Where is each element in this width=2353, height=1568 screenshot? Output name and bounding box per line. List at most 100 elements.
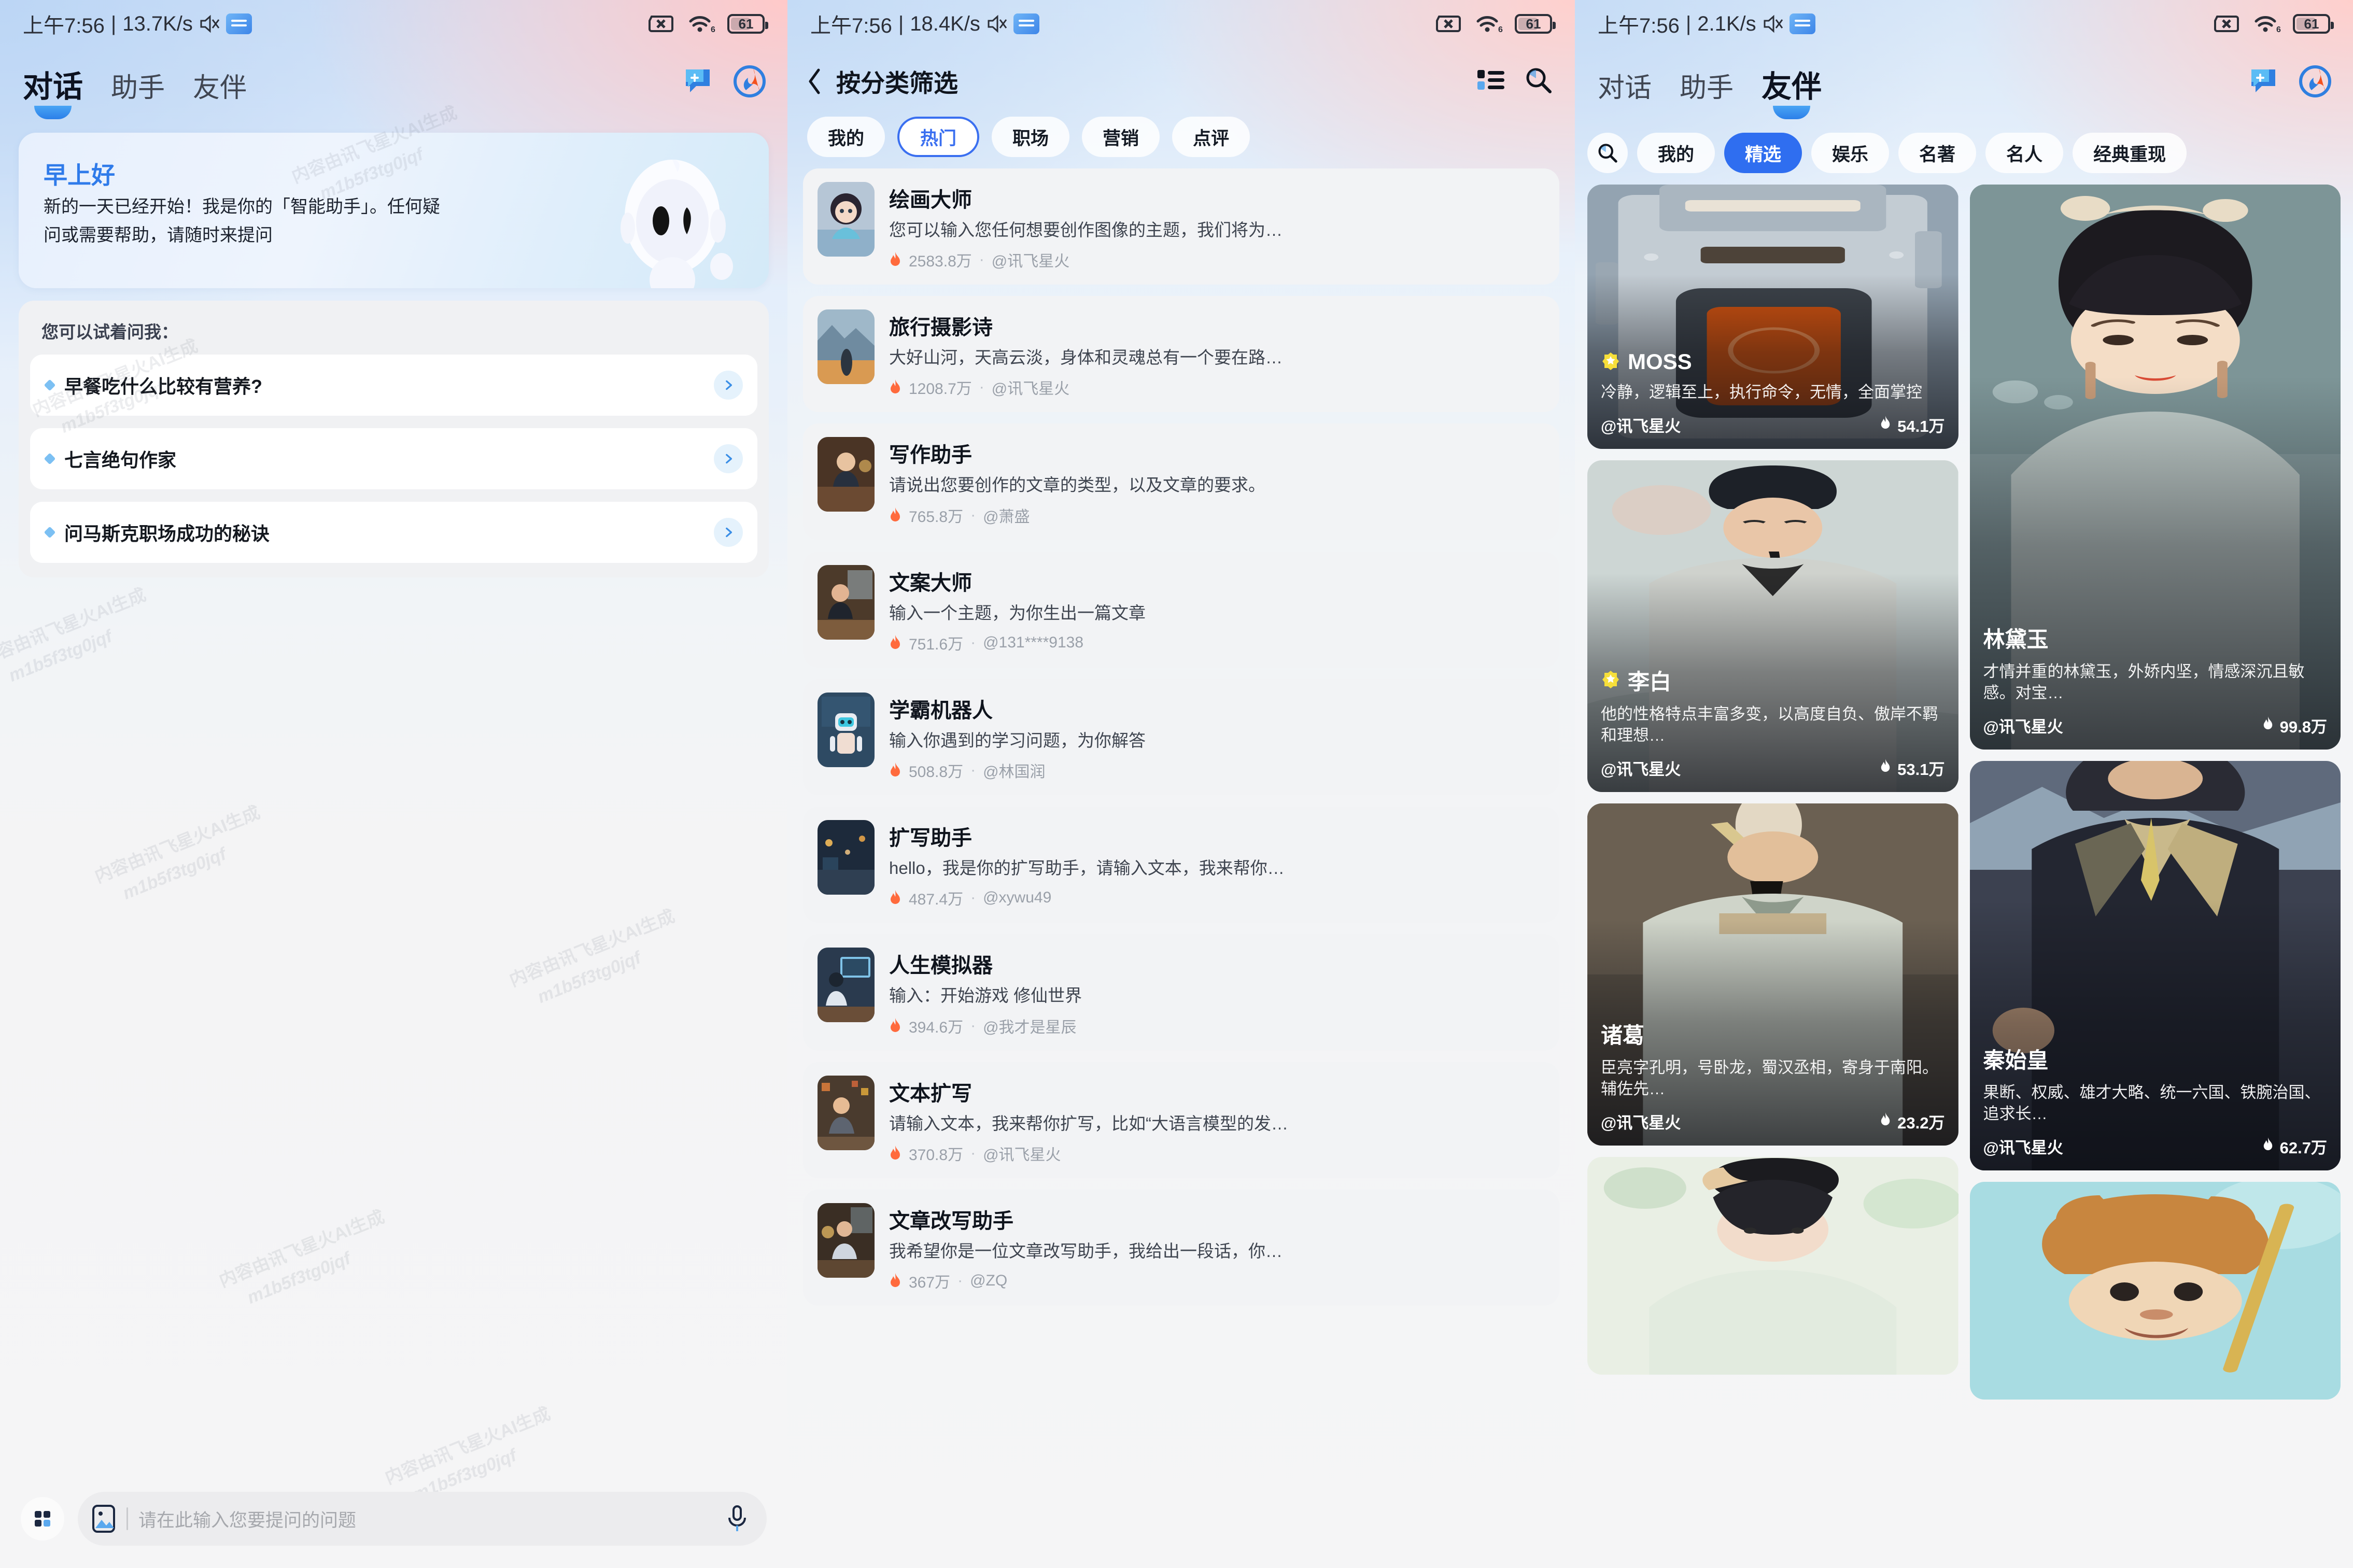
input-divider [126,1507,128,1530]
chip-mine[interactable]: 我的 [807,117,885,157]
list-item[interactable]: 绘画大师 您可以输入您任何想要创作图像的主题，我们将为… 2583.8万 · @… [803,168,1559,285]
search-icon[interactable] [1524,66,1552,96]
chevron-right-icon[interactable] [714,444,743,473]
list-item-thumbnail [818,820,875,895]
new-chat-icon[interactable] [681,64,715,98]
list-item[interactable]: 文本扩写 请输入文本，我来帮你扩写，比如“大语言模型的发… 370.8万 · @… [803,1062,1559,1178]
companion-card-zhuge[interactable]: 诸葛 臣亮字孔明，号卧龙，蜀汉丞相，寄身于南阳。辅佐先… @讯飞星火 23.2万 [1587,803,1959,1146]
chip-celebrity[interactable]: 名人 [1985,133,2064,173]
companion-card-libai[interactable]: 李白 他的性格特点丰富多变，以高度自负、傲岸不羁和理想… @讯飞星火 53.1万 [1587,460,1959,792]
list-item-meta: 2583.8万 · @讯飞星火 [889,248,1545,271]
list-item-body: 旅行摄影诗 大好山河，天高云淡，身体和灵魂总有一个要在路… 1208.7万 · … [889,309,1545,399]
chip-search[interactable] [1587,133,1628,173]
chip-marketing[interactable]: 营销 [1082,117,1160,157]
list-item-meta: 1208.7万 · @讯飞星火 [889,376,1545,399]
suggestion-3-left: 问马斯克职场成功的秘诀 [44,519,270,546]
tab-conversation-label: 对话 [23,70,83,104]
companion-card-body: MOSS 冷静，逻辑至上，执行命令，无情，全面掌控 @讯飞星火 54.1万 [1587,349,1959,449]
companion-card-daiyu[interactable]: 林黛玉 才情并重的林黛玉，外娇内坚，情感深沉且敏感。对宝… @讯飞星火 99.8… [1969,185,2341,750]
list-item-author: @131****9138 [983,633,1084,651]
page-title: 按分类筛选 [836,69,958,97]
list-item[interactable]: 写作助手 请说出您要创作的文章的类型，以及文章的要求。 765.8万 · @萧盛 [803,423,1559,540]
chip-featured[interactable]: 精选 [1724,133,1802,173]
tab-assistant[interactable]: 助手 [111,66,165,118]
tab-companion-label: 友伴 [1762,70,1822,104]
list-item-heat: 2583.8万 [909,253,972,271]
greeting-title: 早上好 [44,162,115,189]
meta-separator: · [970,1144,976,1162]
chip-classic-revival[interactable]: 经典重现 [2073,133,2187,173]
chip-review[interactable]: 点评 [1172,117,1250,157]
list-item-thumbnail [818,948,875,1023]
microphone-icon[interactable] [725,1504,749,1533]
chevron-right-icon[interactable] [714,518,743,547]
chip-classics[interactable]: 名著 [1898,133,1977,173]
new-chat-icon[interactable] [2246,64,2280,98]
flame-icon [889,634,901,651]
list-item-author: @xywu49 [983,889,1052,907]
chip-mine[interactable]: 我的 [1637,133,1715,173]
chip-entertainment[interactable]: 娱乐 [1811,133,1890,173]
flame-icon [1880,1112,1891,1131]
top-icons-3 [2246,62,2332,98]
companion-card-title: 李白 [1628,669,1672,694]
top-bar-1: 对话 助手 友伴 [0,48,787,119]
spark-logo-icon[interactable] [2298,64,2332,98]
list-item[interactable]: 文章改写助手 我希望你是一位文章改写助手，我给出一段话，你… 367万 · @Z… [803,1189,1559,1306]
list-item-desc: 我希望你是一位文章改写助手，我给出一段话，你… [889,1241,1283,1261]
list-item-heat: 394.6万 [909,1019,964,1036]
chip-hot[interactable]: 热门 [897,117,980,157]
svg-text:6: 6 [2276,25,2281,34]
nav-left-2: 按分类筛选 [807,63,958,99]
suggestion-item-1[interactable]: 早餐吃什么比较有营养? [30,355,757,416]
list-item-meta: 508.8万 · @林国润 [889,759,1545,782]
companion-card-moss[interactable]: MOSS 冷静，逻辑至上，执行命令，无情，全面掌控 @讯飞星火 54.1万 [1587,185,1959,449]
flame-icon [1880,415,1891,434]
list-item-meta: 765.8万 · @萧盛 [889,504,1545,527]
svg-text:6: 6 [711,25,715,34]
main-tabs-3: 对话 助手 友伴 [1598,62,1822,119]
flame-icon [1880,758,1891,778]
list-item-desc: 大好山河，天高云淡，身体和灵魂总有一个要在路… [889,348,1283,368]
image-upload-icon[interactable] [91,1504,116,1533]
tab-conversation[interactable]: 对话 [1598,66,1652,118]
companion-card-partial-monkey[interactable] [1969,1182,2341,1400]
companion-card-author: @讯飞星火 [1983,718,2063,736]
screenshot-root: 上午7:56 | 13.7K/s 6 61 对话 助手 友伴 早上好 新的一天已… [0,0,2353,1568]
companion-card-partial-lady[interactable] [1587,1157,1959,1375]
list-item-body: 绘画大师 您可以输入您任何想要创作图像的主题，我们将为… 2583.8万 · @… [889,182,1545,271]
list-item[interactable]: 人生模拟器 输入：开始游戏 修仙世界 394.6万 · @我才是星辰 [803,934,1559,1051]
list-item[interactable]: 旅行摄影诗 大好山河，天高云淡，身体和灵魂总有一个要在路… 1208.7万 · … [803,296,1559,413]
tab-conversation[interactable]: 对话 [23,62,83,119]
list-item[interactable]: 文案大师 输入一个主题，为你生出一篇文章 751.6万 · @131****91… [803,551,1559,668]
apps-grid-button[interactable] [21,1497,64,1541]
tab-companion-label: 友伴 [193,73,247,103]
list-item-thumbnail [818,692,875,767]
suggestion-item-3[interactable]: 问马斯克职场成功的秘诀 [30,502,757,563]
list-item[interactable]: 学霸机器人 输入你遇到的学习问题，为你解答 508.8万 · @林国润 [803,679,1559,796]
companion-card-title: 诸葛 [1601,1023,1645,1048]
chevron-right-icon[interactable] [714,371,743,400]
suggestion-item-2[interactable]: 七言绝句作家 [30,428,757,489]
status-network-speed: 18.4K/s [910,12,980,35]
list-item-thumbnail [818,1075,875,1150]
status-time: 上午7:56 [1598,15,1680,37]
chip-workplace[interactable]: 职场 [992,117,1070,157]
list-item-thumbnail [818,309,875,385]
tab-companion[interactable]: 友伴 [193,66,247,118]
list-view-icon[interactable] [1476,67,1505,95]
app-badge-icon [1013,13,1039,34]
companion-card-heat-wrap: 53.1万 [1880,756,1945,780]
back-icon[interactable] [807,68,823,95]
list-item-thumbnail [818,182,875,257]
tab-companion[interactable]: 友伴 [1762,62,1822,119]
spark-logo-icon[interactable] [732,64,767,98]
meta-separator: · [970,1016,976,1034]
list-item[interactable]: 扩写助手 hello，我是你的扩写助手，请输入文本，我来帮你… 487.4万 ·… [803,807,1559,923]
message-input-field[interactable]: 请在此输入您要提问的问题 [78,1492,767,1546]
list-item-heat: 1208.7万 [909,380,972,398]
suggestion-2-label: 七言绝句作家 [64,449,177,471]
tab-assistant[interactable]: 助手 [1680,66,1734,118]
companion-card-qinshihuang[interactable]: 秦始皇 果断、权威、雄才大略、统一六国、铁腕治国、追求长… @讯飞星火 62.7… [1969,761,2341,1170]
main-tabs-1: 对话 助手 友伴 [23,62,247,119]
